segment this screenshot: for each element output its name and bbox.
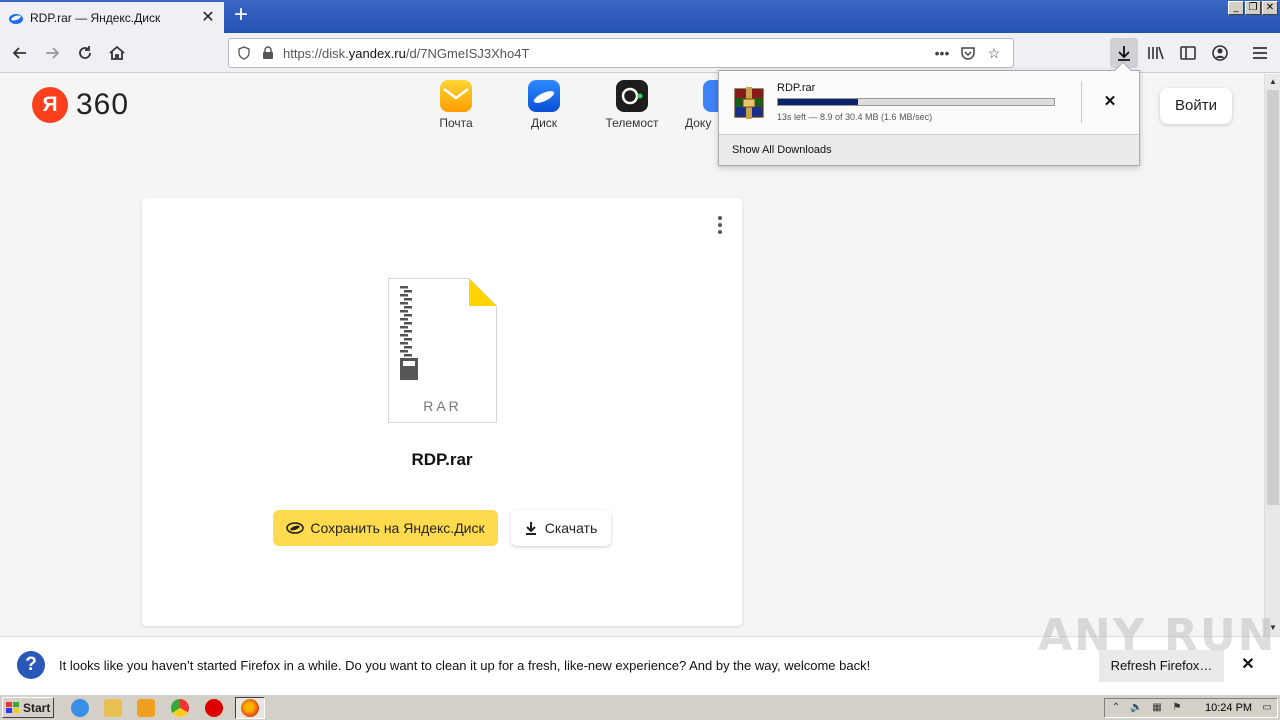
chrome-icon[interactable] xyxy=(171,699,189,717)
file-type-label: RAR xyxy=(423,398,462,414)
home-button[interactable] xyxy=(103,39,131,67)
reload-icon xyxy=(79,46,91,59)
screen: RDP.rar — Яндекс.Диск ✕ + _ ❐ ✕ https://… xyxy=(0,0,1280,720)
divider xyxy=(1081,81,1082,123)
documents-icon xyxy=(703,80,719,112)
downloads-panel: RDP.rar 13s left — 8.9 of 30.4 MB (1.6 M… xyxy=(718,61,1140,166)
opera-icon[interactable] xyxy=(205,699,223,717)
tab-title: RDP.rar — Яндекс.Диск xyxy=(30,10,161,25)
show-all-downloads-button[interactable]: Show All Downloads xyxy=(719,134,1139,165)
window-close-button[interactable]: ✕ xyxy=(1262,1,1278,15)
page-scrollbar[interactable]: ▲ ▼ xyxy=(1264,74,1280,636)
app-telemost[interactable]: Телемост xyxy=(597,80,667,130)
account-icon[interactable] xyxy=(1206,39,1234,67)
reload-button[interactable] xyxy=(71,39,99,67)
disk-icon xyxy=(286,522,305,534)
sidebar-icon[interactable] xyxy=(1174,39,1202,67)
tab-strip: RDP.rar — Яндекс.Диск ✕ + _ ❐ ✕ xyxy=(0,0,1280,33)
app-disk[interactable]: Диск xyxy=(509,80,579,130)
question-icon: ? xyxy=(17,651,45,679)
firefox-icon[interactable] xyxy=(241,699,259,717)
scroll-up-icon[interactable]: ▲ xyxy=(1265,74,1280,90)
tab-close-icon[interactable]: ✕ xyxy=(200,9,216,26)
cancel-download-icon[interactable]: ✕ xyxy=(1099,91,1121,113)
lock-icon[interactable] xyxy=(259,44,277,62)
restore-button[interactable]: ❐ xyxy=(1245,1,1261,15)
network-icon[interactable]: ▦ xyxy=(1151,702,1163,714)
system-tray: ⌃ 🔈 ▦ ⚑ 10:24 PM ▭ xyxy=(1104,698,1278,718)
back-arrow-icon xyxy=(12,47,26,59)
explorer-folder-icon[interactable] xyxy=(104,699,122,717)
window-controls: _ ❐ ✕ xyxy=(1228,1,1278,15)
login-button[interactable]: Войти xyxy=(1160,88,1232,124)
app-label: Телемост xyxy=(605,116,659,130)
volume-icon[interactable]: 🔈 xyxy=(1130,702,1142,714)
forward-button[interactable] xyxy=(38,39,66,67)
winrar-archive-icon xyxy=(734,87,764,119)
new-tab-button[interactable]: + xyxy=(229,3,253,28)
download-filename: RDP.rar xyxy=(777,82,816,94)
app-documents[interactable]: Доку xyxy=(685,80,719,130)
start-label: Start xyxy=(23,700,51,715)
bookmark-star-icon[interactable]: ☆ xyxy=(981,43,1007,63)
navigation-toolbar: https://disk.yandex.ru/d/7NGmeISJ3Xho4T … xyxy=(0,33,1280,73)
telemost-icon xyxy=(616,80,648,112)
download-progress-bar xyxy=(777,98,1055,106)
url-path: /d/7NGmeISJ3Xho4T xyxy=(405,45,530,61)
download-button[interactable]: Скачать xyxy=(511,510,611,546)
yandex-360-logo[interactable]: Я 360 xyxy=(32,87,129,123)
disk-icon xyxy=(528,80,560,112)
more-options-icon[interactable] xyxy=(712,214,728,236)
file-name: RDP.rar xyxy=(411,450,473,469)
forward-arrow-icon xyxy=(46,47,60,59)
tray-expand-icon[interactable]: ⌃ xyxy=(1110,702,1122,714)
save-label: Сохранить на Яндекс.Диск xyxy=(310,520,485,536)
download-progress-fill xyxy=(778,99,859,105)
download-status: 13s left — 8.9 of 30.4 MB (1.6 MB/sec) xyxy=(777,112,933,122)
save-to-disk-button[interactable]: Сохранить на Яндекс.Диск xyxy=(273,510,498,546)
taskbar: Start ⌃ 🔈 ▦ ⚑ 10:24 PM ▭ xyxy=(0,694,1280,720)
media-player-icon[interactable] xyxy=(137,699,155,717)
yandex-disk-favicon-icon xyxy=(9,13,23,24)
anyrun-watermark: ANY RUN xyxy=(1038,610,1277,661)
tab-yandex-disk[interactable]: RDP.rar — Яндекс.Диск ✕ xyxy=(0,2,224,33)
start-button[interactable]: Start xyxy=(2,697,54,718)
app-label: Почта xyxy=(439,116,473,130)
clock[interactable]: 10:24 PM xyxy=(1205,702,1252,714)
download-label: Скачать xyxy=(544,520,598,536)
file-card: RAR RDP.rar Сохранить на Яндекс.Диск Ска… xyxy=(142,198,742,626)
home-icon xyxy=(109,45,125,60)
minimize-button[interactable]: _ xyxy=(1228,1,1244,15)
page-actions-icon[interactable]: ••• xyxy=(929,43,955,63)
download-item[interactable]: RDP.rar 13s left — 8.9 of 30.4 MB (1.6 M… xyxy=(719,71,1139,133)
app-menu-icon[interactable] xyxy=(1246,39,1274,67)
app-mail[interactable]: Почта xyxy=(421,80,491,130)
url-domain: yandex.ru xyxy=(348,45,406,61)
action-center-flag-icon[interactable]: ⚑ xyxy=(1171,702,1183,714)
internet-explorer-icon[interactable] xyxy=(71,699,89,717)
library-icon[interactable] xyxy=(1142,39,1170,67)
tracking-shield-icon[interactable] xyxy=(235,44,253,62)
show-desktop-icon[interactable]: ▭ xyxy=(1261,702,1273,714)
url-prefix: https://disk. xyxy=(283,45,349,61)
back-button[interactable] xyxy=(6,39,34,67)
url-text: https://disk.yandex.ru/d/7NGmeISJ3Xho4T xyxy=(283,46,929,61)
address-bar[interactable]: https://disk.yandex.ru/d/7NGmeISJ3Xho4T … xyxy=(228,38,1014,68)
pocket-icon[interactable] xyxy=(955,43,981,63)
download-icon xyxy=(525,522,536,535)
app-label: Диск xyxy=(530,116,558,130)
scrollbar-thumb[interactable] xyxy=(1267,90,1279,505)
windows-flag-icon xyxy=(6,701,19,713)
logo-text: 360 xyxy=(76,88,130,121)
yandex-logo-icon: Я xyxy=(32,87,68,123)
mail-icon xyxy=(440,80,472,112)
app-label: Доку xyxy=(685,116,712,130)
notification-message: It looks like you haven’t started Firefo… xyxy=(59,658,871,673)
